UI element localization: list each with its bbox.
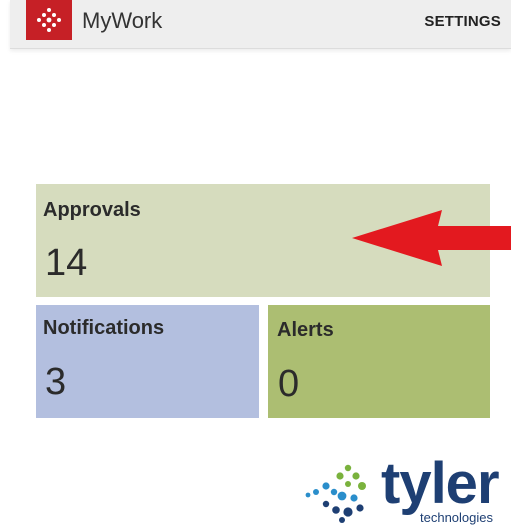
- alerts-tile[interactable]: Alerts 0: [268, 305, 490, 418]
- approvals-count: 14: [45, 242, 88, 284]
- notifications-label: Notifications: [43, 317, 165, 339]
- alerts-count: 0: [278, 363, 300, 405]
- app-bar: MyWork SETTINGS: [10, 0, 511, 49]
- app-logo-icon[interactable]: [26, 0, 72, 40]
- red-arrow-icon: [352, 210, 511, 266]
- approvals-label: Approvals: [43, 199, 141, 221]
- notifications-tile[interactable]: Notifications 3: [36, 305, 259, 418]
- alerts-label: Alerts: [277, 319, 334, 341]
- tyler-wordmark: tyler: [381, 451, 500, 516]
- settings-button[interactable]: SETTINGS: [424, 13, 501, 30]
- tyler-dots-logo-icon: [305, 464, 366, 523]
- tyler-brand: tyler technologies: [304, 451, 511, 525]
- notifications-count: 3: [45, 361, 67, 403]
- app-title: MyWork: [82, 8, 163, 33]
